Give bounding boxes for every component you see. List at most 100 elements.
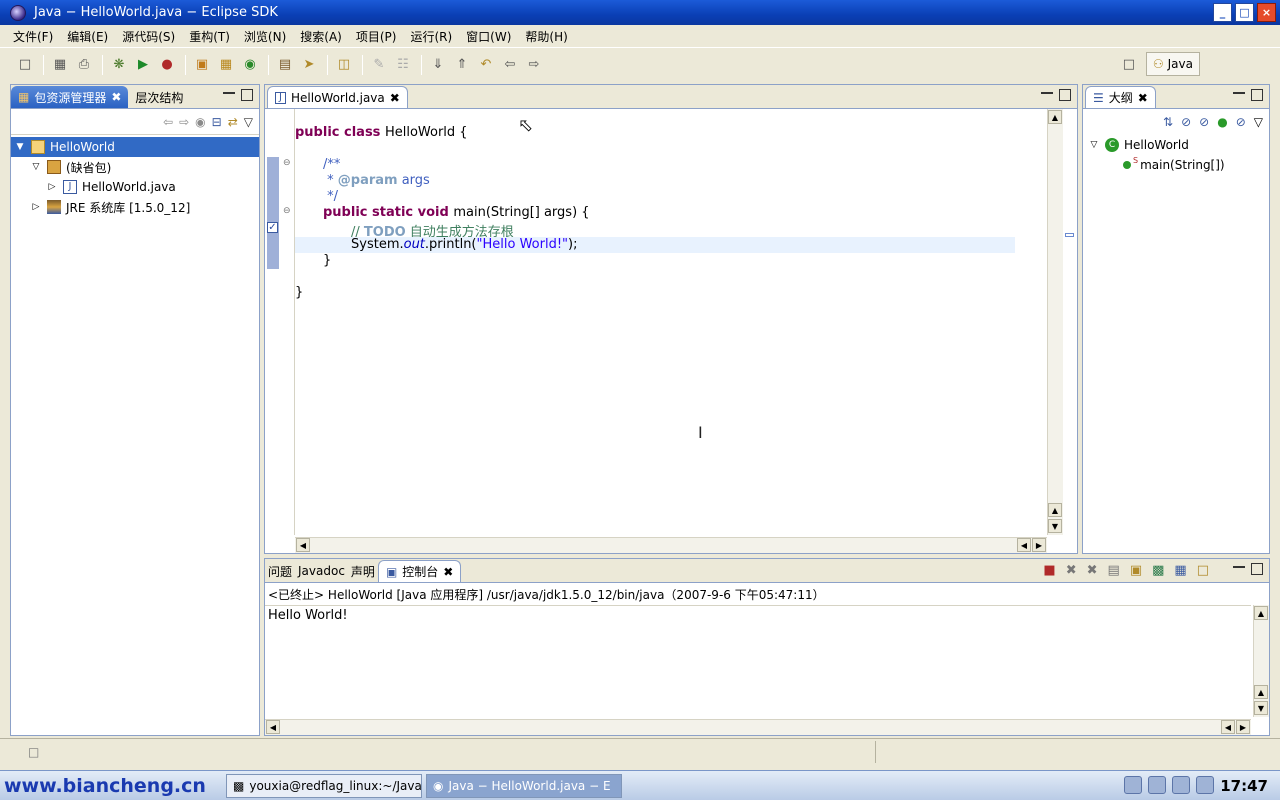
close-button[interactable]: × [1257, 3, 1276, 22]
menu-help[interactable]: 帮助(H) [518, 28, 574, 45]
editor-vertical-scrollbar[interactable]: ▲ ▲ ▼ [1047, 109, 1063, 535]
open-type-icon[interactable]: ▤ [274, 54, 296, 76]
maximize-view-icon[interactable] [1251, 563, 1263, 575]
close-icon[interactable]: ✖ [111, 90, 121, 104]
scroll-up-icon[interactable]: ▲ [1254, 606, 1268, 620]
scroll-down-icon[interactable]: ▼ [1048, 519, 1062, 533]
network-icon[interactable] [1124, 776, 1142, 794]
hide-nonpublic-icon[interactable]: ● [1217, 115, 1227, 129]
task-terminal[interactable]: ▩ youxia@redflag_linux:~/Java/e [226, 773, 422, 798]
printer-icon[interactable] [1148, 776, 1166, 794]
maximize-view-icon[interactable] [1251, 89, 1263, 101]
pin-console-icon[interactable]: ▩ [1152, 563, 1164, 578]
editor-horizontal-scrollbar[interactable]: ◀ ◀ ▶ [295, 537, 1047, 553]
last-edit-icon[interactable]: ↶ [475, 54, 497, 76]
menu-search[interactable]: 搜索(A) [293, 28, 349, 45]
menu-window[interactable]: 窗口(W) [459, 28, 518, 45]
open-perspective-icon[interactable]: □ [1118, 53, 1140, 75]
close-icon[interactable]: ✖ [1138, 91, 1148, 105]
open-task-icon[interactable]: ➤ [298, 54, 320, 76]
external-tools-icon[interactable]: ● [156, 54, 178, 76]
menu-file[interactable]: 文件(F) [6, 28, 60, 45]
tab-console[interactable]: ▣ 控制台 ✖ [377, 560, 462, 582]
java-perspective-button[interactable]: ⚇ Java [1145, 52, 1200, 76]
maximize-view-icon[interactable] [241, 89, 253, 101]
maximize-view-icon[interactable] [1059, 89, 1071, 101]
minimize-view-icon[interactable] [223, 92, 235, 94]
display-console-icon[interactable]: ▦ [1174, 563, 1186, 578]
hide-local-types-icon[interactable]: ⊘ [1236, 115, 1246, 129]
menu-navigate[interactable]: 浏览(N) [237, 28, 293, 45]
tab-javadoc[interactable]: Javadoc [295, 560, 348, 582]
menu-edit[interactable]: 编辑(E) [60, 28, 115, 45]
debug-icon[interactable]: ❋ [108, 54, 130, 76]
remove-launch-icon[interactable]: ✖ [1066, 563, 1077, 578]
back-icon[interactable]: ⇦ [499, 54, 521, 76]
new-icon[interactable]: □ [14, 54, 36, 76]
view-menu-icon[interactable]: ▽ [1254, 115, 1263, 129]
new-package-icon[interactable]: ▦ [215, 54, 237, 76]
show-whitespace-icon[interactable]: ☷ [392, 54, 414, 76]
scroll-down-icon[interactable]: ▼ [1254, 701, 1268, 715]
sort-icon[interactable]: ⇅ [1163, 115, 1173, 129]
tab-hierarchy[interactable]: 层次结构 [128, 86, 190, 108]
close-icon[interactable]: ✖ [390, 91, 400, 105]
expand-icon[interactable]: ▷ [47, 182, 57, 192]
scroll-lock-icon[interactable]: ▣ [1130, 563, 1142, 578]
previous-annotation-icon[interactable]: ⇑ [451, 54, 473, 76]
link-with-editor-icon[interactable]: ⇄ [228, 115, 238, 129]
scroll-left-icon[interactable]: ◀ [296, 538, 310, 552]
task-eclipse[interactable]: ◉ Java − HelloWorld.java − E [426, 773, 622, 798]
scroll-left-icon[interactable]: ◀ [1017, 538, 1031, 552]
tree-item-java-file[interactable]: ▷ J HelloWorld.java [11, 177, 259, 197]
maximize-button[interactable]: □ [1235, 3, 1254, 22]
new-java-project-icon[interactable]: ▣ [191, 54, 213, 76]
search-icon[interactable]: ◫ [333, 54, 355, 76]
expand-icon[interactable]: ▷ [31, 202, 41, 212]
open-console-icon[interactable]: □ [1197, 563, 1209, 578]
tab-problems[interactable]: 问题 [265, 560, 295, 582]
minimize-view-icon[interactable] [1041, 92, 1053, 94]
fast-view-icon[interactable]: □ [28, 745, 39, 759]
print-icon[interactable]: ⎙ [73, 54, 95, 76]
menu-project[interactable]: 项目(P) [349, 28, 404, 45]
hide-fields-icon[interactable]: ⊘ [1181, 115, 1191, 129]
scroll-down-icon[interactable]: ▲ [1048, 503, 1062, 517]
expand-icon[interactable]: ▼ [15, 142, 25, 152]
up-icon[interactable]: ◉ [195, 115, 205, 129]
tree-item-default-package[interactable]: ▽ (缺省包) [11, 157, 259, 177]
close-icon[interactable]: ✖ [443, 565, 453, 579]
scroll-up-icon[interactable]: ▲ [1254, 685, 1268, 699]
minimize-view-icon[interactable] [1233, 566, 1245, 568]
tab-outline[interactable]: ☰ 大纲 ✖ [1085, 86, 1156, 108]
overview-ruler[interactable] [1063, 109, 1077, 535]
tab-package-explorer[interactable]: ▦ 包资源管理器 ✖ [11, 86, 129, 108]
console-horizontal-scrollbar[interactable]: ◀ ◀ ▶ [265, 719, 1251, 735]
tree-item-jre-library[interactable]: ▷ JRE 系统库 [1.5.0_12] [11, 197, 259, 217]
minimize-button[interactable]: _ [1213, 3, 1232, 22]
run-icon[interactable]: ▶ [132, 54, 154, 76]
scroll-right-icon[interactable]: ▶ [1236, 720, 1250, 734]
tab-declaration[interactable]: 声明 [348, 560, 378, 582]
fold-icon[interactable]: ⊖ [283, 158, 291, 168]
forward-icon[interactable]: ⇨ [523, 54, 545, 76]
minimize-view-icon[interactable] [1233, 92, 1245, 94]
terminate-icon[interactable]: ■ [1043, 563, 1055, 578]
mark-occurrences-icon[interactable]: ✎ [368, 54, 390, 76]
view-menu-icon[interactable]: ▽ [244, 115, 253, 129]
outline-item-class[interactable]: ▽ C HelloWorld [1083, 135, 1269, 155]
tab-helloworld-java[interactable]: J HelloWorld.java ✖ [267, 86, 408, 108]
remove-all-launches-icon[interactable]: ✖ [1087, 563, 1098, 578]
forward-icon[interactable]: ⇨ [179, 115, 189, 129]
scroll-right-icon[interactable]: ▶ [1032, 538, 1046, 552]
menu-run[interactable]: 运行(R) [403, 28, 459, 45]
scroll-left-icon[interactable]: ◀ [1221, 720, 1235, 734]
hide-static-icon[interactable]: ⊘ [1199, 115, 1209, 129]
console-output[interactable]: Hello World! [265, 605, 1251, 717]
overview-marker[interactable] [1065, 233, 1074, 237]
back-icon[interactable]: ⇦ [163, 115, 173, 129]
tree-item-project[interactable]: ▼ HelloWorld [11, 137, 259, 157]
expand-icon[interactable]: ▽ [31, 162, 41, 172]
next-annotation-icon[interactable]: ⇓ [427, 54, 449, 76]
scroll-left-icon[interactable]: ◀ [266, 720, 280, 734]
